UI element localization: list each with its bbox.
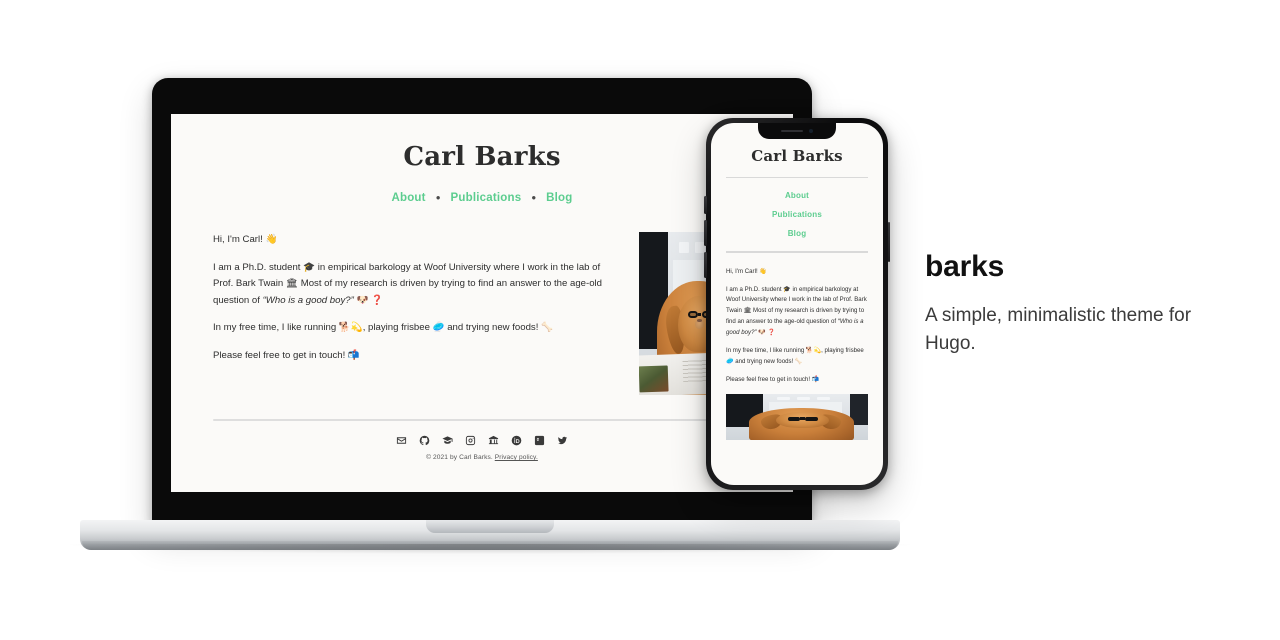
phone-photo-window-b: [797, 397, 810, 401]
phone-page-title: Carl Barks: [751, 147, 843, 165]
phone-site: Carl Barks About Publications Blog Hi, I…: [711, 123, 883, 441]
bio-paragraph-research: I am a Ph.D. student 🎓 in empirical bark…: [213, 260, 619, 310]
github-icon[interactable]: [419, 435, 430, 446]
promo-block: barks A simple, minimalistic theme for H…: [925, 250, 1225, 357]
researchgate-icon[interactable]: [534, 435, 545, 446]
phone-screen: Carl Barks About Publications Blog Hi, I…: [711, 123, 883, 485]
power-button[interactable]: [887, 222, 890, 262]
nav-separator-dot: ●: [435, 193, 441, 202]
main-nav: About ● Publications ● Blog: [213, 192, 751, 204]
nav-link-publications[interactable]: Publications: [451, 192, 522, 204]
phone-bio-paragraph-hobbies: In my free time, I like running 🐕💫, play…: [726, 346, 864, 365]
phone-nav-link-publications[interactable]: Publications: [772, 210, 822, 219]
earpiece-speaker-icon: [781, 129, 803, 133]
twitter-icon[interactable]: [557, 435, 568, 446]
volume-down-button[interactable]: [704, 252, 707, 278]
book-photo: [639, 366, 669, 393]
phone-bio-p2-part-b: 🐶 ❓: [756, 329, 776, 336]
social-links: [213, 435, 751, 446]
phone-bio-text: Hi, I'm Carl! 👋 I am a Ph.D. student 🎓 i…: [726, 267, 868, 386]
bio-p2-quote: “Who is a good boy?”: [262, 294, 354, 306]
phone-nav-link-blog[interactable]: Blog: [788, 229, 807, 238]
phone-dog-with-glasses-photo: [726, 394, 868, 441]
mockup-scene: Carl Barks About ● Publications ● Blog H…: [0, 0, 1280, 640]
nav-link-blog[interactable]: Blog: [546, 192, 572, 204]
nav-link-about[interactable]: About: [391, 192, 425, 204]
photo-window-a: [679, 241, 690, 254]
phone-photo-window-a: [777, 397, 790, 401]
laptop-screen: Carl Barks About ● Publications ● Blog H…: [171, 114, 793, 492]
silent-switch[interactable]: [704, 196, 707, 214]
promo-title: barks: [925, 250, 1005, 283]
promo-subtitle: A simple, minimalistic theme for Hugo.: [925, 305, 1192, 354]
envelope-icon[interactable]: [396, 435, 407, 446]
orcid-icon[interactable]: [511, 435, 522, 446]
nav-separator-dot: ●: [531, 193, 537, 202]
university-icon[interactable]: [488, 435, 499, 446]
bio-paragraph-contact: Please feel free to get in touch! 📬: [213, 349, 360, 361]
phone-main-nav: About Publications Blog: [726, 191, 868, 238]
phone-profile-photo: [726, 394, 868, 441]
laptop-base-notch: [426, 520, 554, 533]
page-title: Carl Barks: [403, 142, 561, 172]
phone-glasses-lens-right: [805, 416, 819, 421]
phone-bio-paragraph-research: I am a Ph.D. student 🎓 in empirical bark…: [726, 285, 868, 339]
phone-bio-paragraph-contact: Please feel free to get in touch! 📬: [726, 375, 820, 383]
bio-text: Hi, I'm Carl! 👋 I am a Ph.D. student 🎓 i…: [213, 232, 619, 395]
phone-notch: [758, 123, 836, 139]
bio-paragraph-hobbies: In my free time, I like running 🐕💫, play…: [213, 322, 554, 333]
bio-p2-part-b: 🐶 ❓: [353, 294, 384, 306]
content-row: Hi, I'm Carl! 👋 I am a Ph.D. student 🎓 i…: [213, 232, 751, 395]
phone-eyeglasses-icon: [787, 416, 819, 421]
front-camera-icon: [809, 129, 813, 133]
phone-nav-link-about[interactable]: About: [785, 191, 809, 200]
glasses-lens-left: [687, 310, 698, 318]
graduation-cap-icon[interactable]: [442, 435, 453, 446]
bio-greeting: Hi, I'm Carl! 👋: [213, 234, 278, 245]
footer-divider: [213, 419, 751, 421]
volume-up-button[interactable]: [704, 220, 707, 246]
copyright-text: © 2021 by Carl Barks. Privacy policy.: [213, 454, 751, 461]
instagram-icon[interactable]: [465, 435, 476, 446]
phone-glasses-lens-left: [787, 416, 801, 421]
phone-bio-greeting: Hi, I'm Carl! 👋: [726, 267, 767, 275]
phone-rule-bottom: [726, 251, 868, 253]
glasses-bridge: [697, 313, 702, 316]
phone-dog-head: [776, 412, 829, 429]
phone-dog-body: [748, 408, 854, 441]
laptop-shadow: [70, 544, 910, 554]
phone-mockup: Carl Barks About Publications Blog Hi, I…: [704, 118, 890, 490]
phone-rule-top: [726, 177, 868, 179]
phone-photo-window-c: [816, 397, 830, 401]
privacy-policy-link[interactable]: Privacy policy.: [495, 454, 538, 461]
copyright-label: © 2021 by Carl Barks.: [426, 454, 495, 461]
